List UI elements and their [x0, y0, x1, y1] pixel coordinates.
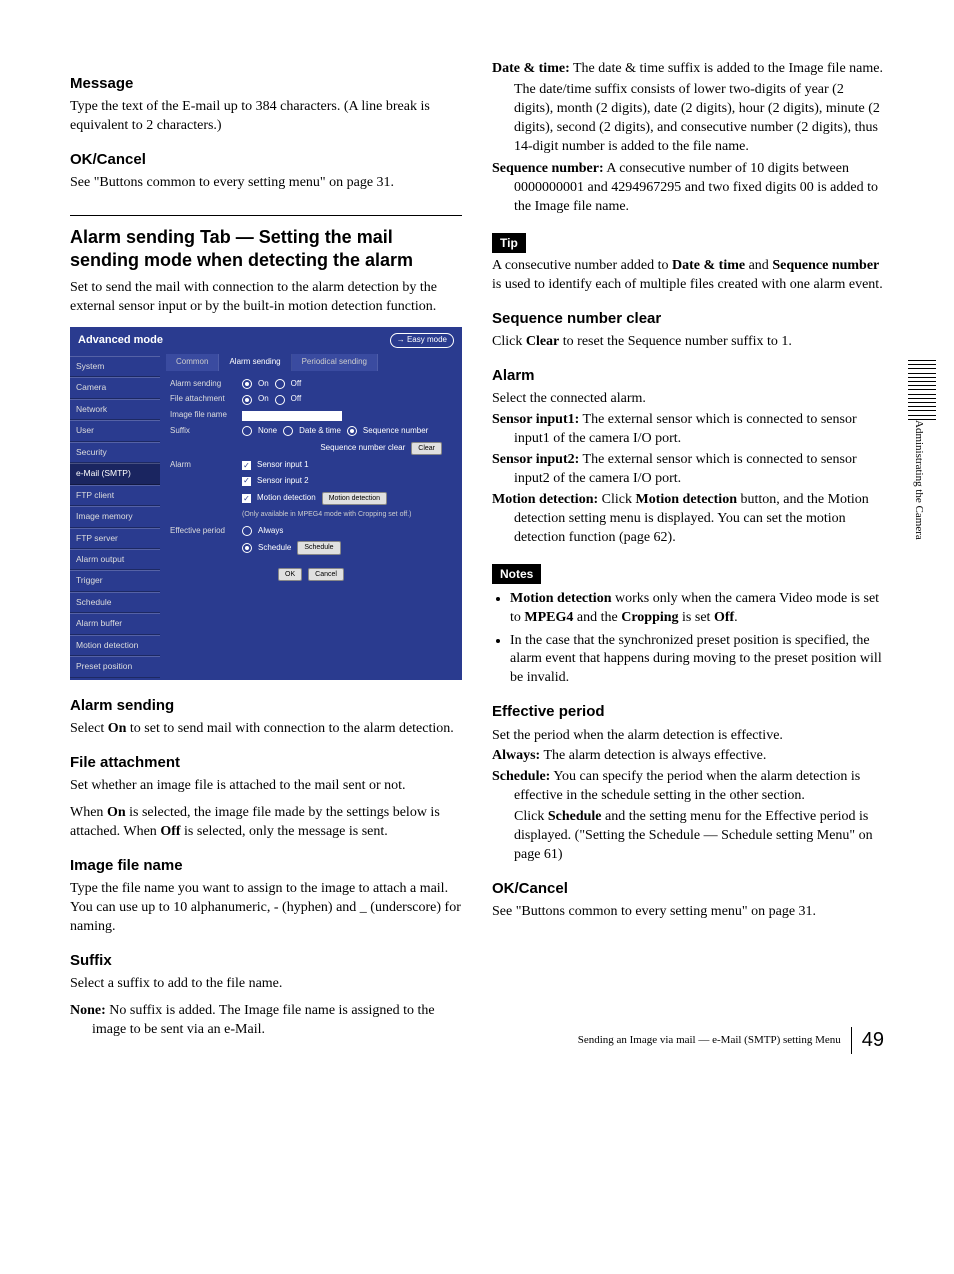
text-seq-clear: Click Clear to reset the Sequence number… — [492, 333, 884, 352]
sensor-input2-item: Sensor input2: The external sensor which… — [492, 451, 884, 489]
sequence-number-item: Sequence number: A consecutive number of… — [492, 160, 884, 217]
suffix-none-item: None: No suffix is added. The Image file… — [70, 1002, 462, 1040]
checkbox-sensor2[interactable]: ✓ — [242, 477, 251, 486]
radio-always[interactable] — [242, 526, 252, 536]
radio-alarm-on[interactable] — [242, 379, 252, 389]
sidebar-item-schedule[interactable]: Schedule — [70, 592, 160, 613]
note-2: In the case that the synchronized preset… — [510, 632, 884, 689]
sidebar-item-preset-position[interactable]: Preset position — [70, 656, 160, 677]
tab-periodical-sending[interactable]: Periodical sending — [292, 354, 378, 371]
text-message: Type the text of the E-mail up to 384 ch… — [70, 98, 462, 136]
page-number: 49 — [851, 1027, 884, 1054]
heading-effective-period: Effective period — [492, 702, 884, 722]
text-alarm-tab: Set to send the mail with connection to … — [70, 279, 462, 317]
heading-ok-cancel-2: OK/Cancel — [492, 879, 884, 899]
sidebar-item-network[interactable]: Network — [70, 399, 160, 420]
heading-message: Message — [70, 74, 462, 94]
text-file-att-2: When On is selected, the image file made… — [70, 804, 462, 842]
always-item: Always: The alarm detection is always ef… — [492, 747, 884, 766]
heading-alarm: Alarm — [492, 366, 884, 386]
text-effective-period: Set the period when the alarm detection … — [492, 727, 884, 746]
radio-file-on[interactable] — [242, 395, 252, 405]
tab-alarm-sending[interactable]: Alarm sending — [219, 354, 291, 371]
tip-label: Tip — [492, 233, 526, 253]
text-alarm-sending: Select On to set to send mail with conne… — [70, 720, 462, 739]
label-image-file-name: Image file name — [170, 410, 236, 421]
sidebar-item-user[interactable]: User — [70, 420, 160, 441]
text-ok-cancel: See "Buttons common to every setting men… — [70, 174, 462, 193]
text-file-att-1: Set whether an image file is attached to… — [70, 777, 462, 796]
sidebar-item-alarm-buffer[interactable]: Alarm buffer — [70, 613, 160, 634]
easy-mode-button[interactable]: → Easy mode — [390, 333, 454, 348]
left-column: Message Type the text of the E-mail up t… — [70, 60, 462, 1044]
tab-common[interactable]: Common — [166, 354, 219, 371]
heading-image-file-name: Image file name — [70, 856, 462, 876]
note-1: Motion detection works only when the cam… — [510, 590, 884, 628]
sidebar-item-email-smtp[interactable]: e-Mail (SMTP) — [70, 463, 160, 484]
mode-title: Advanced mode — [78, 333, 163, 348]
notes-label: Notes — [492, 564, 541, 584]
radio-schedule[interactable] — [242, 543, 252, 553]
radio-suffix-datetime[interactable] — [283, 426, 293, 436]
ok-button[interactable]: OK — [278, 568, 302, 581]
text-suffix: Select a suffix to add to the file name. — [70, 975, 462, 994]
sidebar-item-trigger[interactable]: Trigger — [70, 570, 160, 591]
radio-alarm-off[interactable] — [275, 379, 285, 389]
radio-suffix-seq[interactable] — [347, 426, 357, 436]
radio-suffix-none[interactable] — [242, 426, 252, 436]
label-file-attachment: File attachment — [170, 394, 236, 405]
sidebar-item-motion-detection[interactable]: Motion detection — [70, 635, 160, 656]
schedule-button[interactable]: Schedule — [297, 541, 340, 554]
schedule-item: Schedule: You can specify the period whe… — [492, 768, 884, 806]
heading-ok-cancel: OK/Cancel — [70, 150, 462, 170]
label-alarm: Alarm — [170, 460, 236, 471]
sidebar-item-image-memory[interactable]: Image memory — [70, 506, 160, 527]
side-chapter-label: Administrating the Camera — [911, 420, 926, 540]
date-time-detail: The date/time suffix consists of lower t… — [492, 81, 884, 157]
settings-sidebar: System Camera Network User Security e-Ma… — [70, 354, 160, 680]
settings-tabs: Common Alarm sending Periodical sending — [166, 354, 456, 371]
cancel-button[interactable]: Cancel — [308, 568, 344, 581]
heading-alarm-sending-tab: Alarm sending Tab — Setting the mail sen… — [70, 215, 462, 271]
label-suffix: Suffix — [170, 426, 236, 437]
radio-file-off[interactable] — [275, 395, 285, 405]
clear-button[interactable]: Clear — [411, 442, 442, 455]
sidebar-item-alarm-output[interactable]: Alarm output — [70, 549, 160, 570]
label-effective-period: Effective period — [170, 526, 236, 537]
heading-seq-clear: Sequence number clear — [492, 309, 884, 329]
footer-text: Sending an Image via mail — e-Mail (SMTP… — [578, 1033, 841, 1048]
sidebar-item-ftp-server[interactable]: FTP server — [70, 528, 160, 549]
sidebar-item-camera[interactable]: Camera — [70, 377, 160, 398]
sidebar-item-ftp-client[interactable]: FTP client — [70, 485, 160, 506]
heading-alarm-sending: Alarm sending — [70, 696, 462, 716]
embedded-screenshot: Advanced mode → Easy mode System Camera … — [70, 327, 462, 680]
schedule-detail: Click Schedule and the setting menu for … — [492, 808, 884, 865]
page-footer: Sending an Image via mail — e-Mail (SMTP… — [578, 1027, 884, 1054]
sidebar-item-system[interactable]: System — [70, 356, 160, 377]
heading-file-attachment: File attachment — [70, 753, 462, 773]
input-image-file-name[interactable] — [242, 411, 342, 421]
side-marker-icon — [908, 360, 936, 420]
motion-detection-button[interactable]: Motion detection — [322, 492, 387, 505]
text-image-file-name: Type the file name you want to assign to… — [70, 880, 462, 937]
heading-suffix: Suffix — [70, 951, 462, 971]
motion-detection-note: (Only available in MPEG4 mode with Cropp… — [170, 510, 452, 519]
notes-list: Motion detection works only when the cam… — [492, 590, 884, 688]
right-column: Date & time: The date & time suffix is a… — [492, 60, 884, 1044]
tip-text: A consecutive number added to Date & tim… — [492, 257, 884, 295]
arrow-right-icon: → — [397, 335, 405, 344]
text-alarm: Select the connected alarm. — [492, 390, 884, 409]
checkbox-sensor1[interactable]: ✓ — [242, 461, 251, 470]
sensor-input1-item: Sensor input1: The external sensor which… — [492, 411, 884, 449]
checkbox-motion-detection[interactable]: ✓ — [242, 494, 251, 503]
sidebar-item-security[interactable]: Security — [70, 442, 160, 463]
text-ok-cancel-2: See "Buttons common to every setting men… — [492, 903, 884, 922]
date-time-item: Date & time: The date & time suffix is a… — [492, 60, 884, 79]
label-alarm-sending: Alarm sending — [170, 379, 236, 390]
motion-detection-item: Motion detection: Click Motion detection… — [492, 491, 884, 548]
label-seq-clear: Sequence number clear — [320, 443, 405, 454]
